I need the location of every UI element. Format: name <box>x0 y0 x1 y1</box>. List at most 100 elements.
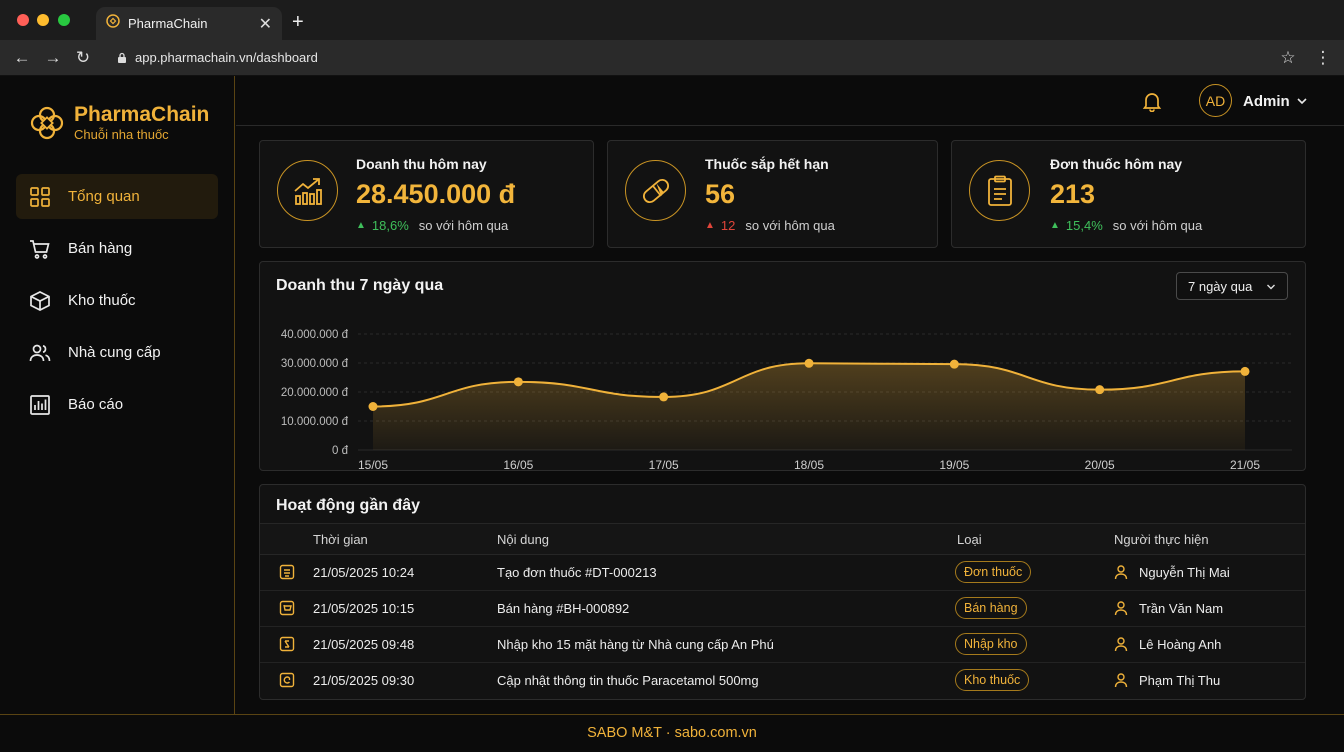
activity-update-icon <box>279 672 295 693</box>
lock-icon <box>118 52 126 63</box>
activity-type-badge: Đơn thuốc <box>955 561 1032 583</box>
trend-up-icon: ▲ <box>705 220 715 231</box>
sidebar-item-reports[interactable]: Báo cáo <box>16 382 218 427</box>
revenue-chart-card: Doanh thu 7 ngày qua 7 ngày qua 0 đ 10.00… <box>259 261 1306 471</box>
trend-text: so với hôm qua <box>418 218 509 233</box>
sidebar-item-sales[interactable]: Bán hàng <box>16 226 218 271</box>
column-header-time[interactable]: Thời gian <box>313 532 368 547</box>
activity-content: Cập nhật thông tin thuốc Paracetamol 500… <box>497 673 759 688</box>
tab-close-icon[interactable]: ✕ <box>259 14 272 34</box>
stat-title: Đơn thuốc hôm nay <box>1050 156 1183 172</box>
column-header-content[interactable]: Nội dung <box>497 532 549 547</box>
brand-name: PharmaChain <box>74 103 210 126</box>
sidebar-item-medicine-stock[interactable]: Kho thuốc <box>16 278 218 323</box>
data-point[interactable] <box>804 358 814 368</box>
data-point[interactable] <box>1095 385 1105 395</box>
box-icon <box>29 290 51 312</box>
column-header-type[interactable]: Loại <box>957 532 982 547</box>
table-row[interactable]: 21/05/2025 09:48 Nhập kho 15 mặt hàng từ… <box>260 627 1305 663</box>
close-window-button[interactable] <box>17 14 29 26</box>
url-text: app.pharmachain.vn/dashboard <box>135 50 318 65</box>
activity-user: Lê Hoàng Anh <box>1139 637 1222 652</box>
recent-activity-card: Hoạt động gần đây Thời gian Nội dung Loạ… <box>259 484 1306 700</box>
avatar[interactable]: AD <box>1199 84 1232 117</box>
trend-up-icon: ▲ <box>1050 220 1060 231</box>
footer: SABO M&T · sabo.com.vn <box>0 714 1344 752</box>
x-tick-label: 19/05 <box>939 458 969 470</box>
activity-content: Tạo đơn thuốc #DT-000213 <box>497 565 657 580</box>
top-header: AD Admin <box>236 76 1344 126</box>
data-point[interactable] <box>368 402 378 411</box>
cart-icon <box>29 238 51 260</box>
activity-time: 21/05/2025 09:30 <box>313 673 415 688</box>
user-name[interactable]: Admin <box>1243 93 1290 110</box>
activity-user: Nguyễn Thị Mai <box>1139 565 1230 580</box>
brand-subtitle: Chuỗi nha thuốc <box>74 127 169 142</box>
activity-table-body: 21/05/2025 10:24 Tạo đơn thuốc #DT-00021… <box>260 555 1305 701</box>
sidebar-item-label: Nhà cung cấp <box>68 344 161 361</box>
sidebar-item-label: Kho thuốc <box>68 292 136 309</box>
sidebar-item-overview[interactable]: Tổng quan <box>16 174 218 219</box>
revenue-chart-icon <box>277 160 338 221</box>
stat-value: 28.450.000 đ <box>356 179 516 209</box>
trend-value: 12 <box>720 218 736 233</box>
minimize-window-button[interactable] <box>37 14 49 26</box>
forward-icon[interactable]: → <box>43 48 63 68</box>
stat-card-prescriptions: Đơn thuốc hôm nay 213 ▲ 15,4% so với hôm… <box>951 140 1306 248</box>
notification-bell-icon[interactable] <box>1142 91 1162 117</box>
data-point[interactable] <box>949 359 959 369</box>
revenue-area-fill <box>373 363 1245 450</box>
chevron-down-icon[interactable] <box>1296 94 1308 112</box>
stat-title: Thuốc sắp hết hạn <box>705 156 829 172</box>
activity-time: 21/05/2025 10:24 <box>313 565 415 580</box>
sidebar-item-suppliers[interactable]: Nhà cung cấp <box>16 330 218 375</box>
footer-text[interactable]: SABO M&T · sabo.com.vn <box>587 725 757 741</box>
trend-value: 15,4% <box>1065 218 1103 233</box>
data-point[interactable] <box>513 377 523 387</box>
reload-icon[interactable]: ↻ <box>73 48 93 68</box>
stat-card-revenue: Doanh thu hôm nay 28.450.000 đ ▲ 18,6% s… <box>259 140 594 248</box>
browser-menu-icon[interactable]: ⋮ <box>1313 48 1333 68</box>
stat-title: Doanh thu hôm nay <box>356 156 487 172</box>
back-icon[interactable]: ← <box>12 48 32 68</box>
stat-trend: ▲ 12 so với hôm qua <box>705 218 835 233</box>
user-icon <box>1113 636 1129 657</box>
data-point[interactable] <box>1240 366 1250 376</box>
brand-logo[interactable]: PharmaChain Chuỗi nha thuốc <box>28 104 209 142</box>
activity-type-badge: Nhập kho <box>955 633 1027 655</box>
table-row[interactable]: 21/05/2025 10:24 Tạo đơn thuốc #DT-00021… <box>260 555 1305 591</box>
grid-icon <box>29 186 51 208</box>
table-row[interactable]: 21/05/2025 09:30 Cập nhật thông tin thuố… <box>260 663 1305 699</box>
bookmark-star-icon[interactable]: ☆ <box>1278 48 1298 68</box>
activity-user: Phạm Thị Thu <box>1139 673 1221 688</box>
activity-time: 21/05/2025 10:15 <box>313 601 415 616</box>
x-tick-label: 18/05 <box>794 458 824 470</box>
stat-trend: ▲ 15,4% so với hôm qua <box>1050 218 1202 233</box>
url-field[interactable]: app.pharmachain.vn/dashboard <box>117 50 318 65</box>
pharmachain-logo-icon <box>30 106 64 140</box>
revenue-area-chart: 0 đ 10.000.000 đ 20.000.000 đ 30.000.000 đ 4… <box>281 329 1292 470</box>
y-tick-label: 0 đ <box>332 445 349 457</box>
column-header-user[interactable]: Người thực hiện <box>1114 532 1209 547</box>
sidebar-item-label: Bán hàng <box>68 240 133 257</box>
new-tab-icon[interactable]: + <box>292 11 304 34</box>
activity-content: Nhập kho 15 mặt hàng từ Nhà cung cấp An … <box>497 637 774 652</box>
report-icon <box>29 394 51 416</box>
activity-type-badge: Kho thuốc <box>955 669 1030 691</box>
x-tick-label: 20/05 <box>1085 458 1115 470</box>
browser-tab[interactable]: PharmaChain ✕ <box>96 7 282 40</box>
y-tick-label: 40.000.000 đ <box>281 329 349 341</box>
address-bar: ← → ↻ app.pharmachain.vn/dashboard ☆ ⋮ <box>0 40 1344 76</box>
y-tick-label: 30.000.000 đ <box>281 358 349 370</box>
pill-icon <box>625 160 686 221</box>
date-range-select[interactable]: 7 ngày qua <box>1176 272 1288 300</box>
browser-tabbar: PharmaChain ✕ + <box>0 0 1344 40</box>
activity-time: 21/05/2025 09:48 <box>313 637 415 652</box>
activity-table-header: Thời gian Nội dung Loại Người thực hiện <box>260 523 1305 555</box>
table-row[interactable]: 21/05/2025 10:15 Bán hàng #BH-000892 Bán… <box>260 591 1305 627</box>
stat-value: 56 <box>705 179 736 209</box>
activity-sale-icon <box>279 600 295 621</box>
data-point[interactable] <box>659 392 669 402</box>
y-tick-label: 20.000.000 đ <box>281 387 349 399</box>
maximize-window-button[interactable] <box>58 14 70 26</box>
